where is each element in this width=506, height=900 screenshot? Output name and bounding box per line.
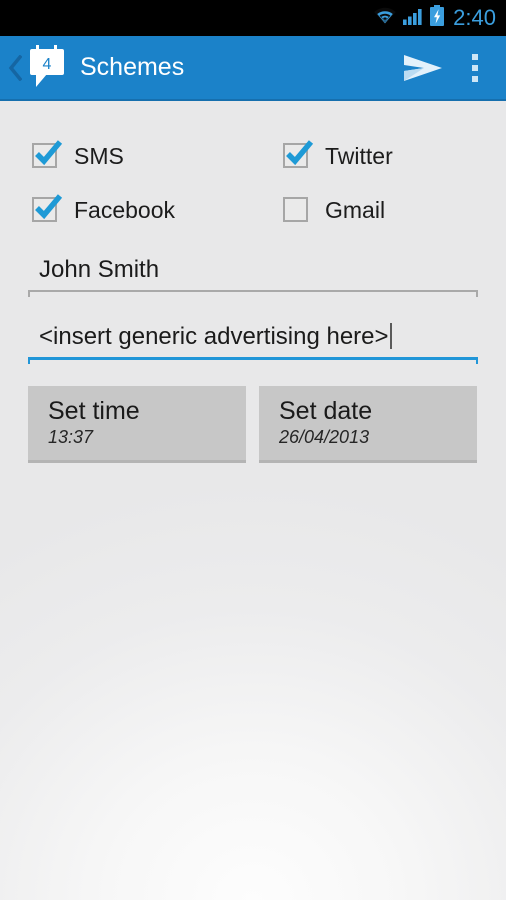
name-field-underline [28,289,478,299]
checkbox-gmail-box[interactable] [282,195,312,225]
speech-bubble-calendar-icon[interactable]: 4 [27,44,67,90]
set-date-button[interactable]: Set date 26/04/2013 [259,386,477,463]
set-date-button-value: 26/04/2013 [279,427,370,448]
phone-screen: 2:40 4 Schemes SMS Twitter Facebook Gmai… [0,0,506,900]
text-caret [389,323,392,349]
checkbox-gmail-label: Gmail [325,196,386,223]
checkbox-facebook-label: Facebook [74,196,176,223]
battery-charging-icon [429,4,445,32]
checkbox-sms[interactable]: SMS [31,129,255,183]
check-icon [283,139,314,175]
overflow-menu-icon[interactable] [452,36,498,99]
status-bar: 2:40 [0,0,506,36]
checkbox-gmail[interactable]: Gmail [282,183,506,237]
message-field-underline [28,356,478,366]
form-content: SMS Twitter Facebook Gmail John Smith <i… [0,101,506,900]
set-time-button-value: 13:37 [48,427,94,448]
checkbox-sms-box[interactable] [31,140,63,171]
action-bar: 4 Schemes [0,36,506,101]
overflow-dot [472,53,478,60]
name-field-value[interactable]: John Smith [28,256,478,290]
set-date-button-label: Set date [279,396,373,425]
checkbox-twitter-box[interactable] [282,140,314,171]
datetime-button-row: Set time 13:37 Set date 26/04/2013 [28,386,477,463]
status-bar-clock: 2:40 [453,5,496,30]
send-icon[interactable] [394,36,452,99]
check-icon [32,139,63,175]
back-chevron-icon[interactable] [4,54,26,81]
checkbox-sms-label: SMS [74,142,124,169]
status-bar-icons [373,4,445,32]
set-time-button[interactable]: Set time 13:37 [28,386,246,463]
message-field[interactable]: <insert generic advertising here> [28,323,478,366]
checkbox-twitter[interactable]: Twitter [282,129,506,183]
cellular-signal-icon [402,6,424,31]
check-icon [32,193,63,229]
checkbox-twitter-label: Twitter [325,142,393,169]
message-field-value-wrap[interactable]: <insert generic advertising here> [28,323,478,357]
overflow-dot [472,75,478,82]
checkbox-facebook[interactable]: Facebook [31,183,255,237]
wifi-icon [373,6,397,31]
set-time-button-label: Set time [48,396,140,425]
page-title: Schemes [80,53,185,81]
name-field[interactable]: John Smith [28,256,478,299]
app-icon-badge-count: 4 [43,56,52,73]
checkbox-row: SMS Twitter [0,129,506,183]
channel-checkbox-grid: SMS Twitter Facebook Gmail [0,129,506,237]
message-field-value: <insert generic advertising here> [39,323,389,350]
checkbox-square [283,197,308,222]
checkbox-facebook-box[interactable] [31,194,63,225]
checkbox-row: Facebook Gmail [0,183,506,237]
overflow-dot [472,64,478,71]
